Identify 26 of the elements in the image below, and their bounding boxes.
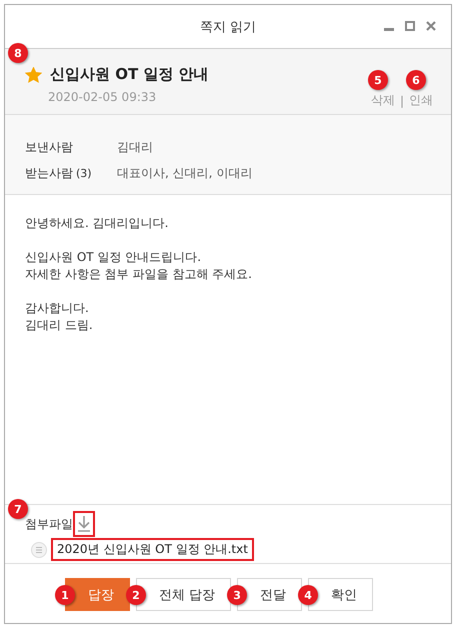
attachments-label: 첨부파일 bbox=[25, 516, 73, 532]
callout-badge: 7 bbox=[8, 499, 28, 519]
callout-badge: 1 bbox=[54, 585, 75, 605]
message-text: 김대리 드림. bbox=[25, 317, 94, 334]
callout-badge: 8 bbox=[8, 43, 28, 63]
download-icon[interactable] bbox=[75, 513, 93, 535]
recipients-label: 받는사람 bbox=[25, 166, 73, 180]
separator: | bbox=[400, 94, 404, 108]
file-list-icon bbox=[31, 542, 47, 558]
callout-badge: 5 bbox=[368, 70, 388, 90]
message-text: 감사합니다. bbox=[25, 300, 90, 317]
sender-name: 김대리 bbox=[117, 138, 153, 156]
close-icon[interactable] bbox=[426, 21, 436, 31]
window-title: 쪽지 읽기 bbox=[200, 18, 256, 36]
message-text: 안녕하세요. 김대리입니다. bbox=[25, 215, 170, 232]
message-date: 2020-02-05 09:33 bbox=[48, 90, 156, 104]
maximize-icon[interactable] bbox=[405, 21, 415, 31]
message-text: 자세한 사항은 첨부 파일을 참고해 주세요. bbox=[25, 266, 253, 283]
message-subject: 신입사원 OT 일정 안내 bbox=[50, 65, 209, 84]
star-icon[interactable] bbox=[25, 66, 42, 82]
callout-badge: 6 bbox=[406, 70, 426, 90]
sender-label: 보낸사람 bbox=[25, 138, 74, 156]
recipient-names: 대표이사, 신대리, 이대리 bbox=[117, 164, 252, 182]
recipients-count: (3) bbox=[76, 166, 92, 180]
message-text: 신입사원 OT 일정 안내드립니다. bbox=[25, 249, 202, 266]
attachment-file-link[interactable]: 2020년 신입사원 OT 일정 안내.txt bbox=[53, 540, 252, 559]
